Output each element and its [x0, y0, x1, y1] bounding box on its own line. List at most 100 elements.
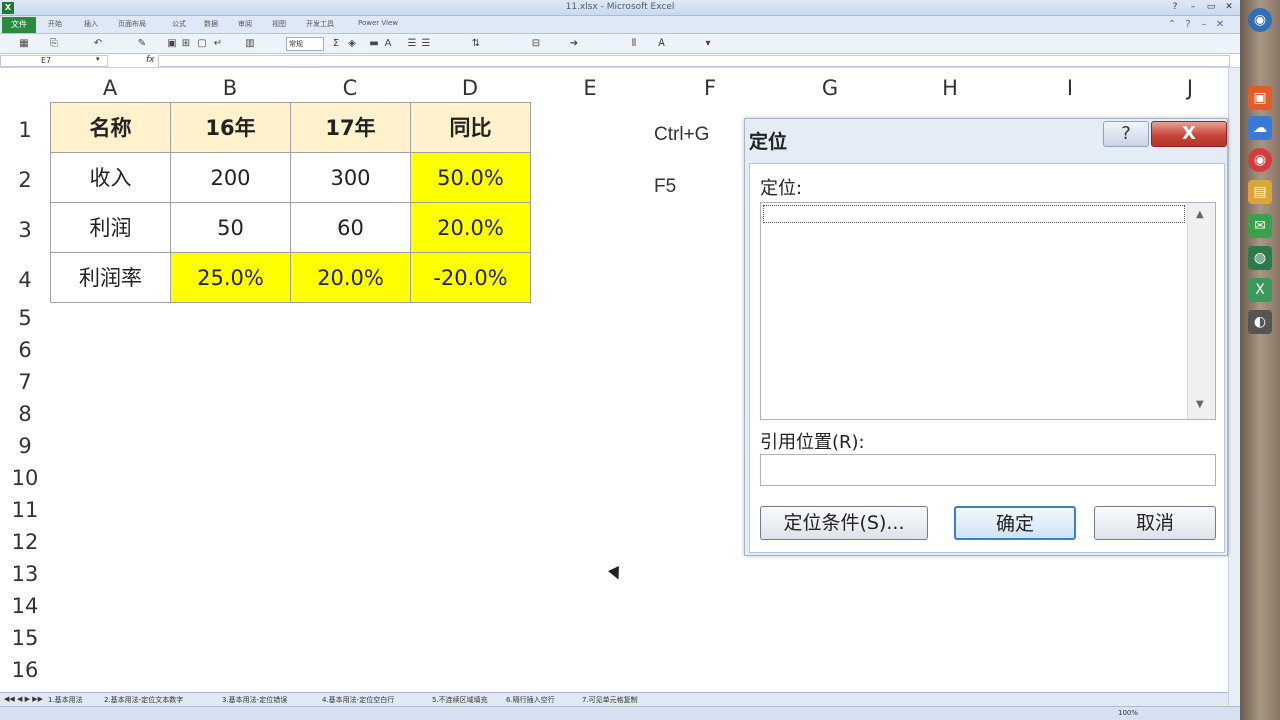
dialog-help-button[interactable]: ?: [1103, 121, 1149, 147]
more-icon[interactable]: ▾: [702, 38, 714, 50]
row-header-9[interactable]: 9: [0, 434, 50, 458]
line-icon[interactable]: ▬: [368, 38, 380, 50]
row-header-14[interactable]: 14: [0, 594, 50, 618]
cell-a1[interactable]: 名称: [51, 103, 171, 153]
column-header-f[interactable]: F: [650, 74, 770, 102]
row-header-15[interactable]: 15: [0, 626, 50, 650]
columns-icon[interactable]: ⫴: [628, 38, 640, 50]
cloud-icon[interactable]: ☁: [1248, 116, 1272, 140]
help-circle-icon[interactable]: ?: [1182, 19, 1194, 31]
column-header-g[interactable]: G: [770, 74, 890, 102]
row-header-1[interactable]: 1: [0, 118, 50, 142]
cell-d4[interactable]: -20.0%: [411, 253, 531, 303]
select-all-corner[interactable]: [0, 68, 50, 102]
tab-home[interactable]: 开始: [48, 19, 62, 29]
cell-c1[interactable]: 17年: [291, 103, 411, 153]
cell-b2[interactable]: 200: [171, 153, 291, 203]
sum-icon[interactable]: Σ: [330, 38, 342, 50]
minimize-ribbon-icon[interactable]: ⌃: [1166, 19, 1178, 31]
sheet-tab-4[interactable]: 4.基本用法-定位空白行: [322, 695, 394, 705]
box-icon[interactable]: ▢: [196, 38, 208, 50]
excel-app-icon[interactable]: X: [1248, 278, 1272, 302]
grid-icon[interactable]: ▦: [18, 38, 30, 50]
tab-power-view[interactable]: Power View: [358, 19, 398, 27]
row-header-16[interactable]: 16: [0, 658, 50, 682]
cell-b4[interactable]: 25.0%: [171, 253, 291, 303]
tab-formulas[interactable]: 公式: [172, 19, 186, 29]
row-header-13[interactable]: 13: [0, 562, 50, 586]
scroll-down-icon[interactable]: ▼: [1196, 399, 1204, 410]
row-header-12[interactable]: 12: [0, 530, 50, 554]
filter-icon[interactable]: ⊟: [530, 38, 542, 50]
text-icon[interactable]: Ꭺ: [656, 38, 668, 50]
list-item[interactable]: [763, 205, 1185, 223]
zoom-level[interactable]: 100%: [1118, 709, 1138, 717]
column-header-e[interactable]: E: [530, 74, 650, 102]
window-minimize-icon[interactable]: –: [1198, 19, 1210, 31]
align-center-icon[interactable]: ☰: [420, 38, 432, 50]
row-header-4[interactable]: 4: [0, 268, 50, 292]
column-header-b[interactable]: B: [170, 74, 290, 102]
tab-data[interactable]: 数据: [204, 19, 218, 29]
minimize-button[interactable]: –: [1186, 1, 1200, 13]
sheet-tab-3[interactable]: 3.基本用法-定位错误: [222, 695, 287, 705]
browser-icon[interactable]: ◉: [1248, 148, 1272, 172]
formula-input[interactable]: [158, 55, 1230, 67]
column-header-d[interactable]: D: [410, 74, 530, 102]
cell-c2[interactable]: 300: [291, 153, 411, 203]
undo-icon[interactable]: ↶: [92, 38, 104, 50]
row-header-3[interactable]: 3: [0, 218, 50, 242]
scroll-up-icon[interactable]: ▲: [1196, 209, 1204, 220]
fill-color-icon[interactable]: ◈: [346, 38, 358, 50]
special-button[interactable]: 定位条件(S)...: [760, 506, 928, 540]
window-close-icon[interactable]: ✕: [1214, 19, 1226, 31]
column-header-a[interactable]: A: [50, 74, 170, 102]
cell-a4[interactable]: 利润率: [51, 253, 171, 303]
tab-file[interactable]: 文件: [2, 17, 36, 33]
close-window-button[interactable]: ✕: [1222, 1, 1236, 13]
folder-icon[interactable]: ▤: [1248, 180, 1272, 204]
column-header-i[interactable]: I: [1010, 74, 1130, 102]
restore-button[interactable]: ▭: [1204, 1, 1218, 13]
font-color-icon[interactable]: A: [382, 38, 394, 50]
tab-insert[interactable]: 插入: [84, 19, 98, 29]
media-icon[interactable]: ◍: [1248, 246, 1272, 270]
sheet-nav-icon[interactable]: ◀◀ ◀ ▶ ▶▶: [4, 695, 43, 703]
brush-icon[interactable]: ✎: [136, 38, 148, 50]
row-header-6[interactable]: 6: [0, 338, 50, 362]
cell-c4[interactable]: 20.0%: [291, 253, 411, 303]
tab-page-layout[interactable]: 页面布局: [118, 19, 146, 29]
fx-icon[interactable]: fx: [146, 55, 155, 65]
help-icon[interactable]: ?: [1168, 1, 1182, 13]
sort-icon[interactable]: ⇅: [470, 38, 482, 50]
tool-icon[interactable]: ◐: [1248, 310, 1272, 334]
arrow-icon[interactable]: ➔: [568, 38, 580, 50]
chevron-down-icon[interactable]: ▾: [96, 55, 100, 63]
sheet-tab-1[interactable]: 1.基本用法: [48, 695, 83, 705]
cell-d1[interactable]: 同比: [411, 103, 531, 153]
row-header-5[interactable]: 5: [0, 306, 50, 330]
border-icon[interactable]: ▣: [166, 38, 178, 50]
reference-input[interactable]: [760, 454, 1216, 486]
cell-b3[interactable]: 50: [171, 203, 291, 253]
tab-review[interactable]: 审阅: [238, 19, 252, 29]
cell-c3[interactable]: 60: [291, 203, 411, 253]
column-header-h[interactable]: H: [890, 74, 1010, 102]
ok-button[interactable]: 确定: [954, 506, 1076, 540]
tab-developer[interactable]: 开发工具: [306, 19, 334, 29]
cell-a2[interactable]: 收入: [51, 153, 171, 203]
vertical-scrollbar[interactable]: [1228, 68, 1240, 706]
sheet-tab-5[interactable]: 5.不连续区域填充: [432, 695, 488, 705]
globe-icon[interactable]: ◉: [1248, 8, 1272, 32]
paste-icon[interactable]: ⎘: [48, 38, 60, 50]
sheet-tab-7[interactable]: 7.可见单元格复制: [582, 695, 638, 705]
table-icon[interactable]: ⊞: [180, 38, 192, 50]
row-header-2[interactable]: 2: [0, 168, 50, 192]
wrap-icon[interactable]: ↵: [212, 38, 224, 50]
tab-view[interactable]: 视图: [272, 19, 286, 29]
cell-d2[interactable]: 50.0%: [411, 153, 531, 203]
align-left-icon[interactable]: ☰: [406, 38, 418, 50]
column-header-c[interactable]: C: [290, 74, 410, 102]
row-header-8[interactable]: 8: [0, 402, 50, 426]
chat-icon[interactable]: ✉: [1248, 214, 1272, 238]
